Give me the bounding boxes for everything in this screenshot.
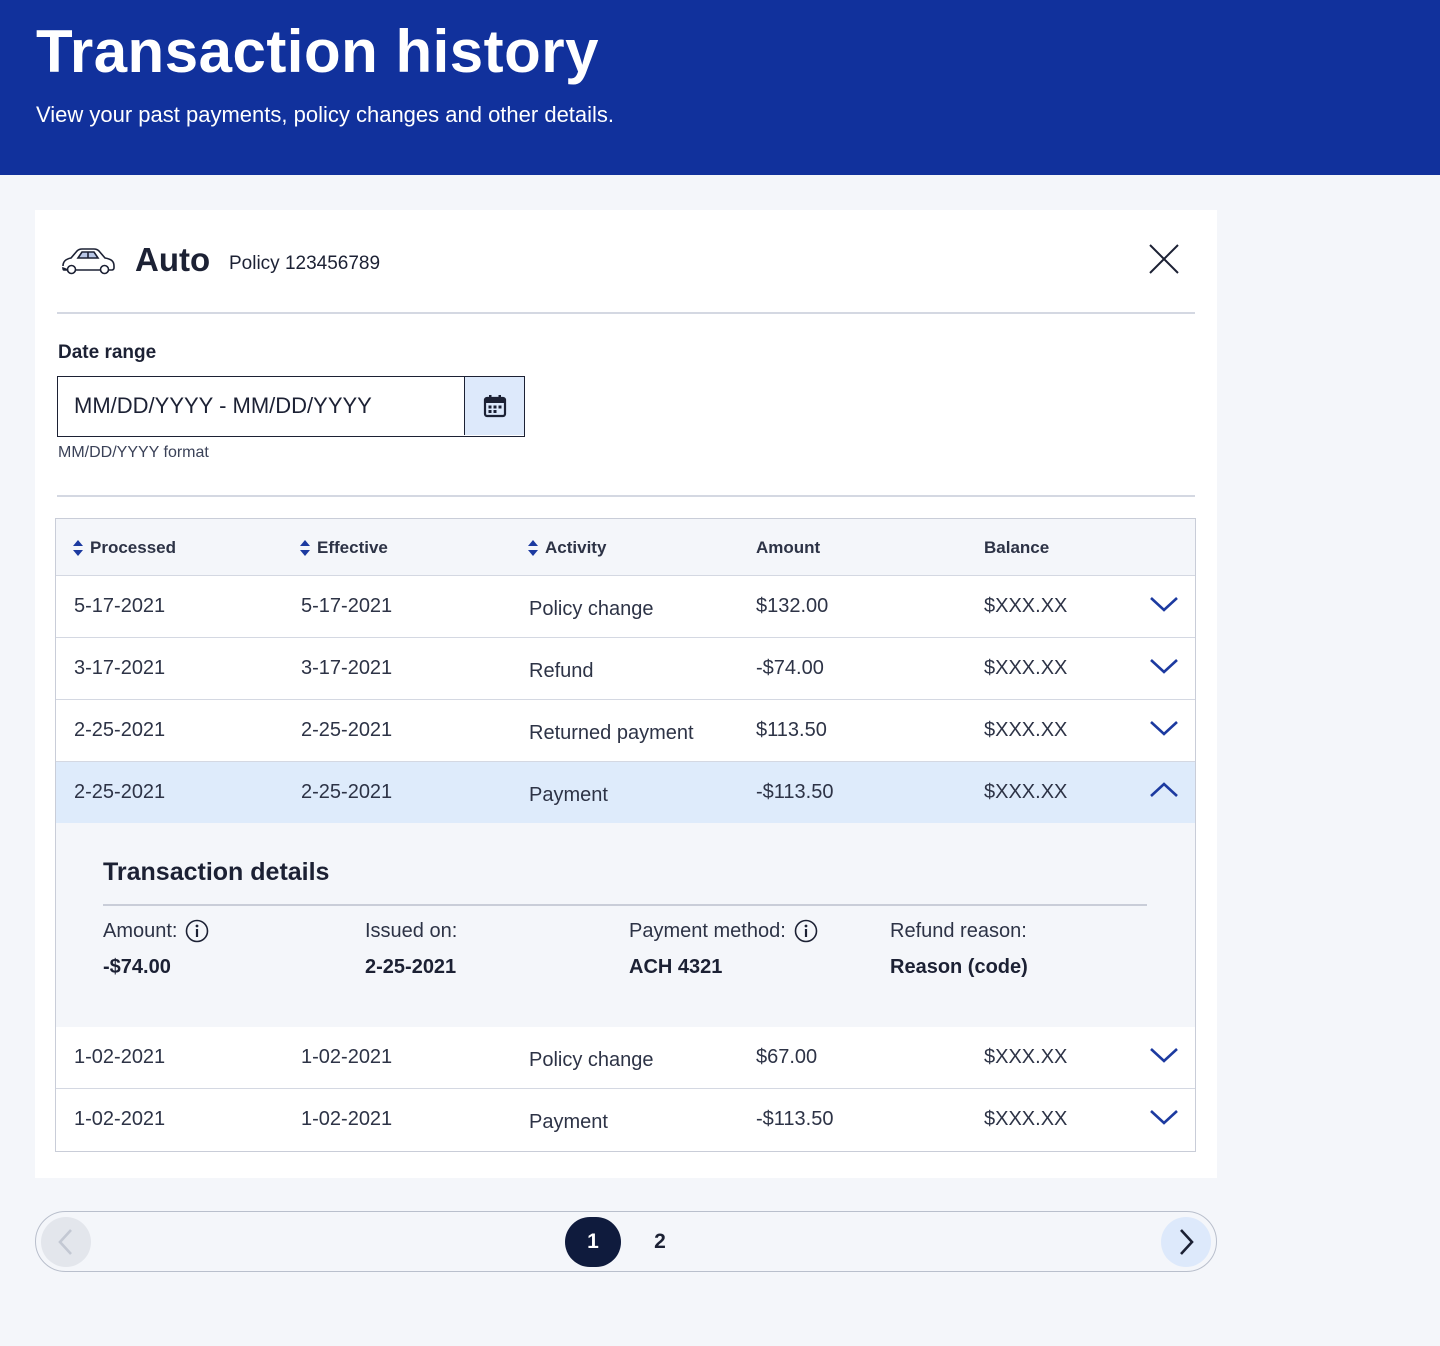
chevron-down-icon[interactable] (1149, 1107, 1179, 1127)
cell-processed: 5-17-2021 (74, 595, 166, 617)
next-page-button[interactable] (1161, 1217, 1211, 1267)
column-header-effective[interactable]: Effective (299, 538, 388, 558)
date-format-hint: MM/DD/YYYY format (58, 444, 209, 461)
date-range-label: Date range (58, 342, 157, 363)
detail-refund-reason: Refund reason: Reason (code) (890, 917, 1028, 979)
chevron-down-icon[interactable] (1149, 718, 1179, 738)
table-row[interactable]: 2-25-2021 2-25-2021 Returned payment $11… (56, 700, 1195, 762)
details-divider (103, 904, 1147, 906)
table-row[interactable]: 5-17-2021 5-17-2021 Policy change $132.0… (56, 576, 1195, 638)
cell-effective: 5-17-2021 (301, 595, 393, 617)
filter-divider (57, 495, 1195, 497)
cell-activity: Policy change (529, 598, 654, 620)
details-title: Transaction details (103, 858, 330, 886)
cell-amount: -$74.00 (756, 657, 824, 679)
page-header: Transaction history View your past payme… (0, 0, 1440, 175)
cell-processed: 2-25-2021 (74, 781, 166, 803)
previous-page-button[interactable] (41, 1217, 91, 1267)
column-header-processed[interactable]: Processed (72, 538, 176, 558)
cell-balance: $XXX.XX (984, 1046, 1068, 1068)
table-row-expanded[interactable]: 2-25-2021 2-25-2021 Payment -$113.50 $XX… (56, 762, 1195, 824)
car-icon (62, 248, 115, 275)
column-header-balance: Balance (984, 538, 1050, 557)
table-header: Processed Effective Activity Amount Bala… (56, 519, 1195, 576)
chevron-down-icon[interactable] (1149, 594, 1179, 614)
detail-label: Payment method: (629, 920, 786, 942)
detail-value: -$74.00 (103, 956, 171, 978)
cell-effective: 3-17-2021 (301, 657, 393, 679)
transaction-details-panel: Transaction details Amount: -$74.00 Issu… (56, 823, 1195, 1027)
close-icon[interactable] (1147, 242, 1181, 276)
sort-icon (528, 540, 538, 556)
detail-label: Amount: (103, 920, 178, 942)
column-header-activity[interactable]: Activity (527, 538, 606, 558)
cell-activity: Payment (529, 1111, 608, 1133)
calendar-icon (483, 395, 506, 418)
cell-effective: 2-25-2021 (301, 781, 393, 803)
chevron-up-icon[interactable] (1149, 780, 1179, 800)
table-row[interactable]: 1-02-2021 1-02-2021 Policy change $67.00… (56, 1027, 1195, 1089)
cell-amount: -$113.50 (756, 1108, 834, 1130)
cell-amount: $113.50 (756, 719, 827, 741)
info-icon[interactable] (794, 919, 818, 943)
cell-balance: $XXX.XX (984, 781, 1068, 803)
cell-effective: 1-02-2021 (301, 1046, 393, 1068)
date-range-field (57, 376, 525, 437)
cell-balance: $XXX.XX (984, 1108, 1068, 1130)
calendar-button[interactable] (464, 377, 524, 435)
column-header-amount: Amount (756, 538, 821, 557)
cell-processed: 3-17-2021 (74, 657, 166, 679)
cell-processed: 1-02-2021 (74, 1108, 166, 1130)
cell-balance: $XXX.XX (984, 595, 1068, 617)
info-icon[interactable] (185, 919, 209, 943)
page-title: Transaction history (36, 18, 599, 85)
cell-processed: 2-25-2021 (74, 719, 166, 741)
header-divider (57, 312, 1195, 314)
detail-value: ACH 4321 (629, 956, 723, 978)
chevron-down-icon[interactable] (1149, 1045, 1179, 1065)
chevron-down-icon[interactable] (1149, 656, 1179, 676)
detail-value: Reason (code) (890, 956, 1028, 978)
page-2-button[interactable]: 2 (632, 1217, 688, 1267)
chevron-left-icon (58, 1229, 72, 1255)
detail-issued-on: Issued on: 2-25-2021 (365, 917, 457, 979)
page-subtitle: View your past payments, policy changes … (36, 102, 615, 127)
cell-amount: $67.00 (756, 1046, 818, 1068)
cell-balance: $XXX.XX (984, 657, 1068, 679)
policy-product: Auto (135, 241, 211, 278)
detail-payment-method: Payment method: ACH 4321 (629, 917, 818, 979)
detail-label: Refund reason: (890, 920, 1027, 942)
date-range-input[interactable] (58, 377, 464, 435)
policy-number: Policy 123456789 (229, 253, 381, 274)
table-row[interactable]: 1-02-2021 1-02-2021 Payment -$113.50 $XX… (56, 1089, 1195, 1151)
detail-value: 2-25-2021 (365, 956, 457, 978)
sort-icon (300, 540, 310, 556)
cell-effective: 2-25-2021 (301, 719, 393, 741)
cell-amount: -$113.50 (756, 781, 834, 803)
cell-amount: $132.00 (756, 595, 829, 617)
detail-label: Issued on: (365, 920, 458, 942)
cell-effective: 1-02-2021 (301, 1108, 393, 1130)
cell-balance: $XXX.XX (984, 719, 1068, 741)
cell-activity: Refund (529, 660, 594, 682)
page-1-button[interactable]: 1 (565, 1217, 621, 1267)
cell-activity: Returned payment (529, 722, 694, 744)
transaction-card: Auto Policy 123456789 Date range MM/DD/Y… (35, 210, 1217, 1178)
chevron-right-icon (1180, 1229, 1194, 1255)
pagination: 1 2 (35, 1211, 1217, 1272)
transactions-table: Processed Effective Activity Amount Bala… (55, 518, 1196, 1152)
cell-activity: Policy change (529, 1049, 654, 1071)
detail-amount: Amount: -$74.00 (103, 917, 209, 979)
cell-processed: 1-02-2021 (74, 1046, 166, 1068)
table-row[interactable]: 3-17-2021 3-17-2021 Refund -$74.00 $XXX.… (56, 638, 1195, 700)
cell-activity: Payment (529, 784, 608, 806)
sort-icon (73, 540, 83, 556)
